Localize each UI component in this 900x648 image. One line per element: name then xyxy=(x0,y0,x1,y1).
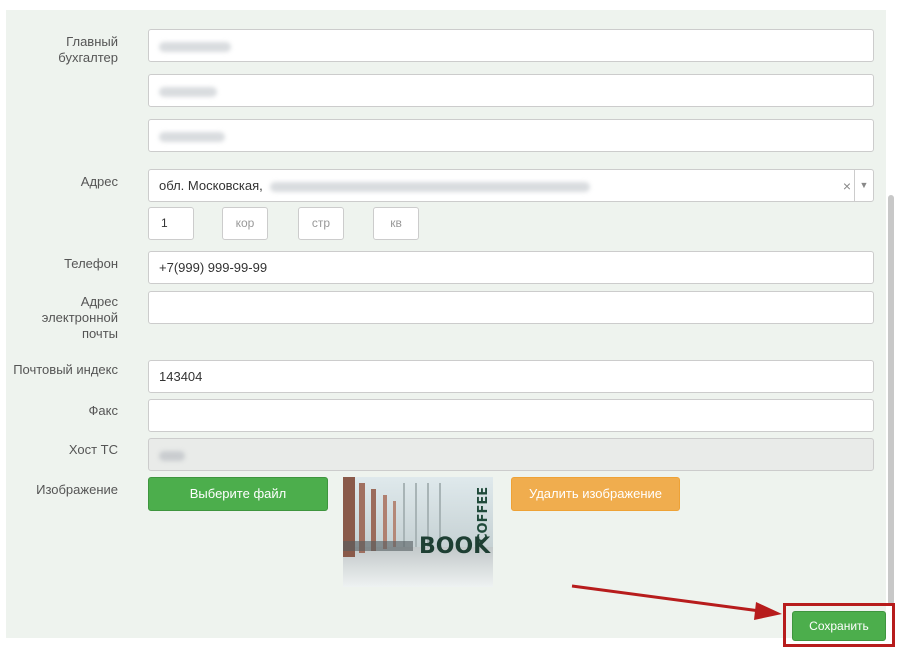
annotation-arrow xyxy=(571,584,782,620)
save-button[interactable]: Сохранить xyxy=(792,611,886,641)
